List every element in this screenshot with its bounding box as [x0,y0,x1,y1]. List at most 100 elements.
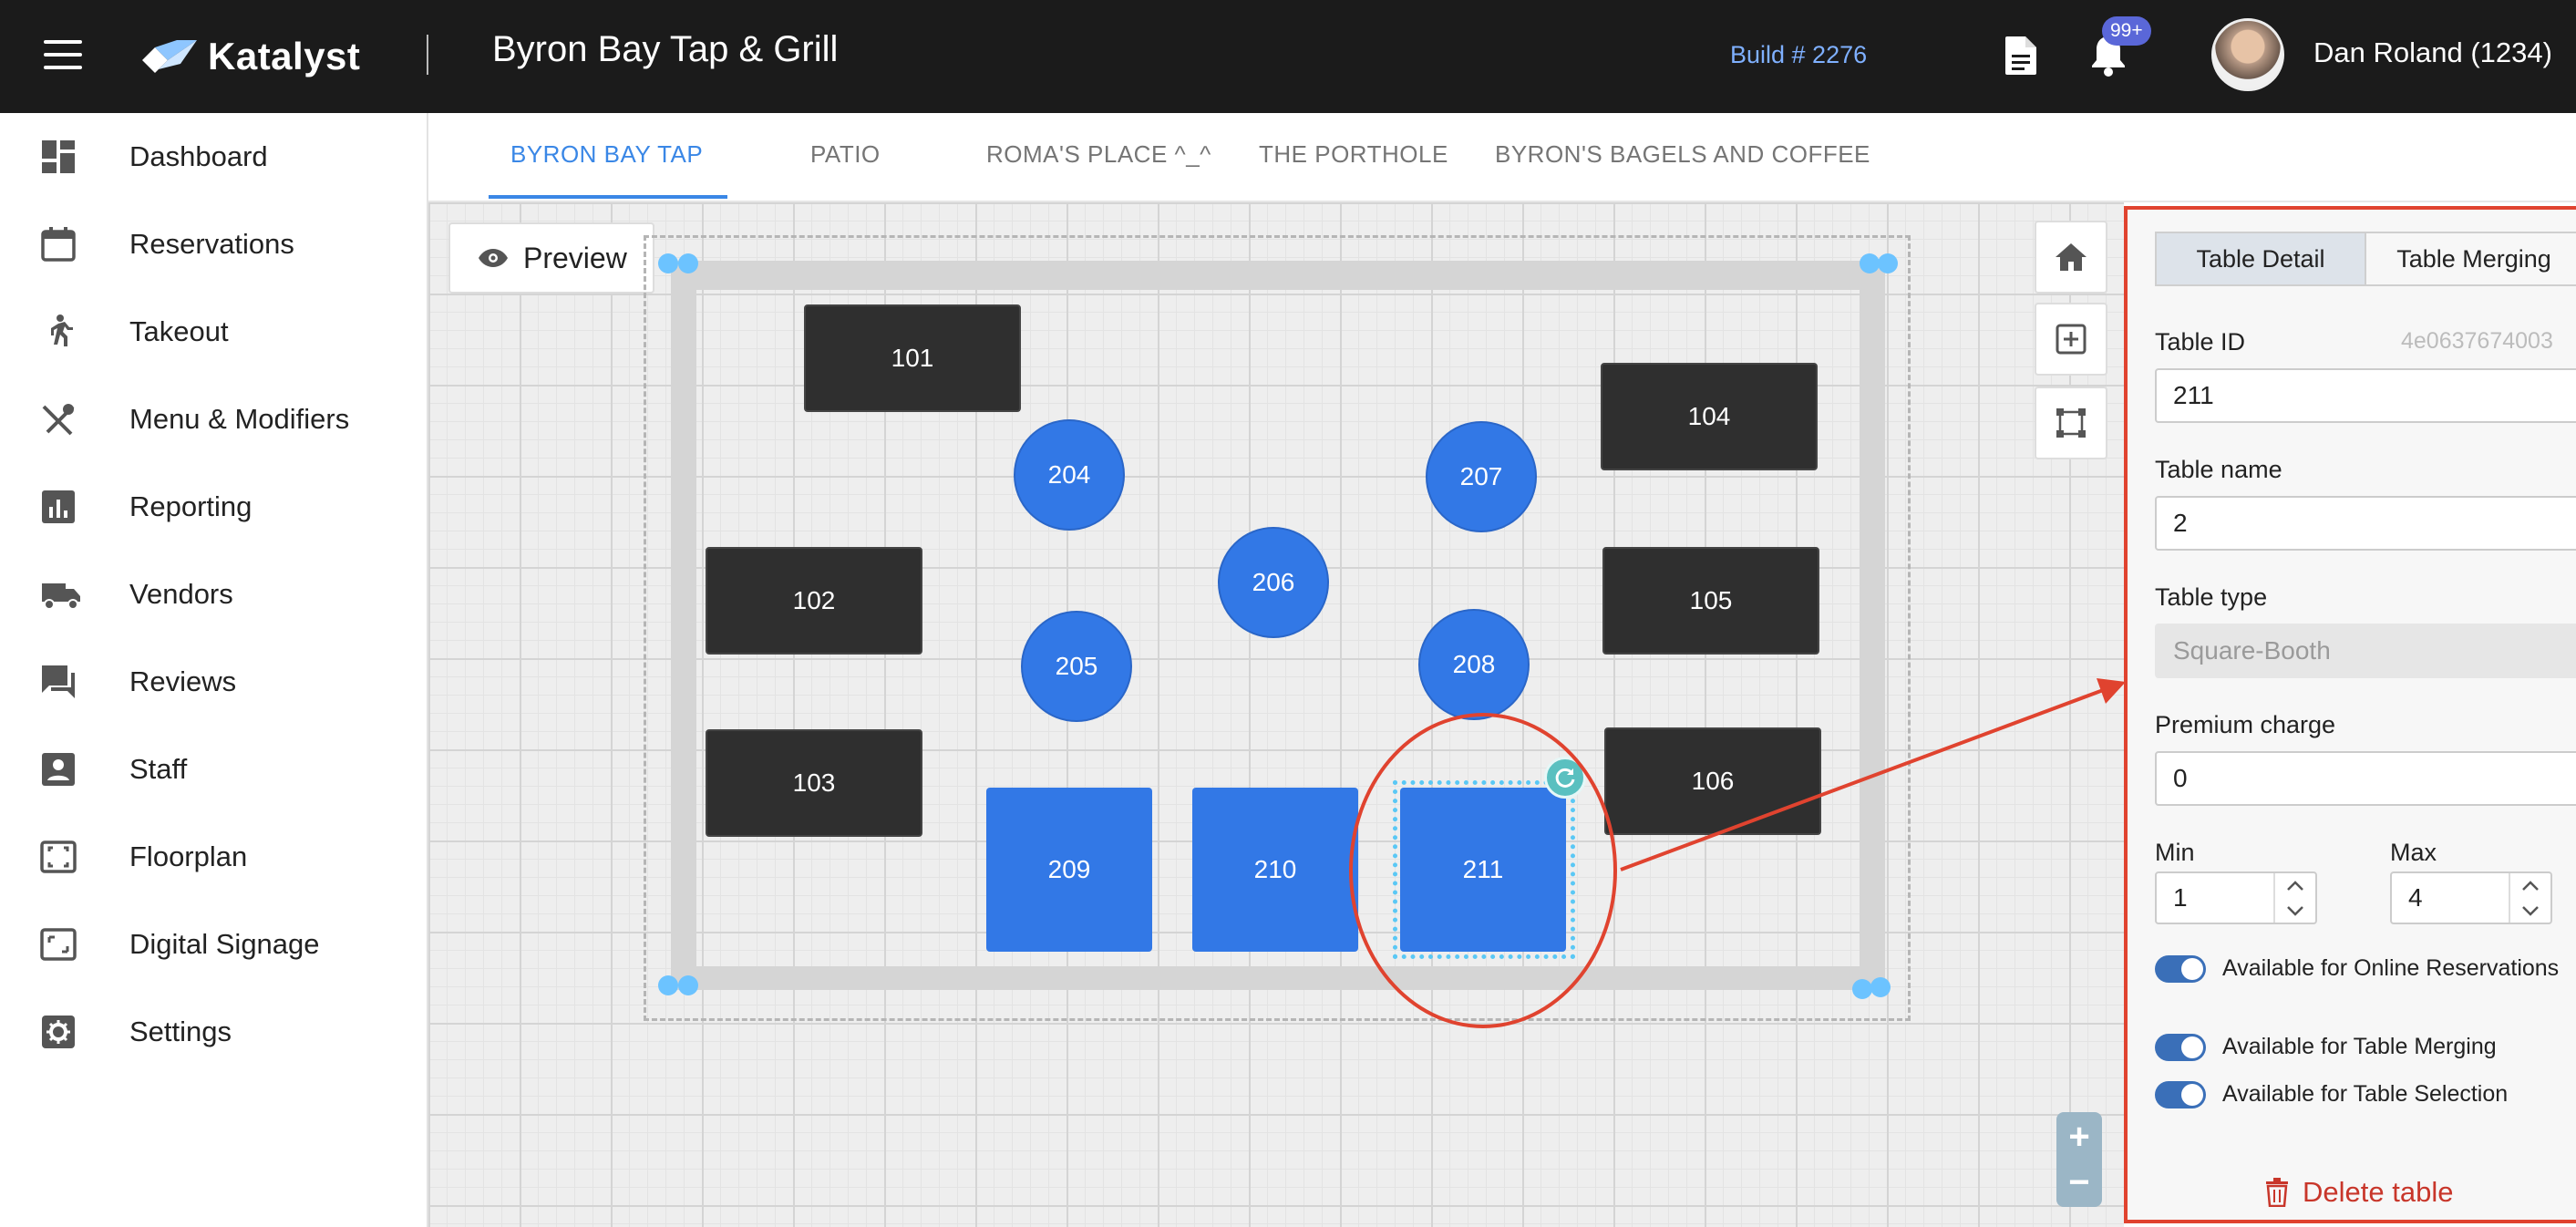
utensils-icon [42,404,75,436]
table-205[interactable]: 205 [1021,611,1132,722]
toggle-table-merging-row: Available for Table Merging [2155,1032,2574,1061]
toggle-table-merging-label: Available for Table Merging [2222,1034,2497,1059]
sidebar-item-reporting[interactable]: Reporting [0,470,428,543]
tab-patio[interactable]: PATIO [810,140,881,169]
delete-table-button[interactable]: Delete table [2264,1176,2453,1209]
person-badge-icon [42,753,75,786]
home-view-button[interactable] [2035,221,2107,294]
table-104[interactable]: 104 [1601,363,1818,470]
preview-button[interactable]: Preview [448,222,654,294]
plus-square-icon [2056,324,2087,355]
room-tabs: BYRON BAY TAP PATIO ROMA'S PLACE ^_^ THE… [428,113,2576,202]
chevron-up-icon[interactable] [2275,873,2315,898]
build-number: Build # 2276 [1730,41,1868,68]
sidebar-item-label: Reporting [129,490,252,522]
selection-frame-icon [2056,408,2086,438]
table-102[interactable]: 102 [706,547,922,655]
walking-person-icon [51,314,73,346]
table-id-input[interactable]: 211 [2155,368,2576,423]
wall-top[interactable] [673,261,1876,290]
brand-name: Katalyst [208,35,361,77]
user-avatar[interactable] [2211,18,2284,91]
wall-handle[interactable] [658,975,678,995]
table-209[interactable]: 209 [986,788,1152,952]
hamburger-menu-icon[interactable] [44,40,82,71]
table-206[interactable]: 206 [1218,527,1329,638]
toggle-table-merging[interactable] [2155,1034,2206,1061]
active-tab-indicator [489,195,727,199]
table-type-label: Table type [2155,583,2268,611]
toggle-table-selection-label: Available for Table Selection [2222,1081,2509,1107]
min-label: Min [2155,839,2195,866]
preview-label: Preview [523,241,627,274]
gear-icon [42,1016,75,1048]
sidebar-item-vendors[interactable]: Vendors [0,558,428,631]
chevron-down-icon[interactable] [2275,898,2315,923]
home-icon [2056,243,2087,271]
table-uid: 4e0637674003 [2401,328,2553,354]
restaurant-name: Byron Bay Tap & Grill [492,29,839,69]
table-208[interactable]: 208 [1418,609,1530,720]
tab-table-detail[interactable]: Table Detail [2155,232,2366,286]
table-105[interactable]: 105 [1602,547,1819,655]
wall-handle[interactable] [658,253,678,273]
wall-handle[interactable] [1878,253,1898,273]
table-name-label: Table name [2155,456,2282,483]
wall-handle[interactable] [1870,977,1891,997]
wall-handle[interactable] [678,975,698,995]
sidebar-item-takeout[interactable]: Takeout [0,295,428,368]
tab-table-merging[interactable]: Table Merging [2365,232,2576,286]
wall-handle[interactable] [1852,979,1872,999]
annotation-arrow [1620,678,2126,871]
sidebar-item-menu-modifiers[interactable]: Menu & Modifiers [0,383,428,456]
max-label: Max [2390,839,2437,866]
sidebar-item-floorplan[interactable]: Floorplan [0,820,428,893]
table-210[interactable]: 210 [1192,788,1358,952]
zoom-out-button[interactable]: − [2056,1160,2102,1205]
notification-badge: 99+ [2102,16,2151,46]
user-name[interactable]: Dan Roland (1234) [2313,36,2552,69]
wall-bottom[interactable] [673,966,1876,990]
katalyst-logo[interactable]: Katalyst [135,31,360,82]
delete-table-label: Delete table [2303,1176,2454,1208]
chevron-up-icon[interactable] [2510,873,2550,898]
wall-left[interactable] [671,261,696,990]
max-value: 4 [2408,883,2423,912]
wall-handle[interactable] [678,253,698,273]
document-icon[interactable] [2004,35,2038,81]
sidebar-item-settings[interactable]: Settings [0,995,428,1068]
truck-icon [42,583,80,610]
calendar-icon [41,227,76,262]
wall-handle[interactable] [1860,253,1880,273]
sidebar-item-reviews[interactable]: Reviews [0,645,428,718]
min-guests-input[interactable]: 1 [2155,871,2317,924]
table-101[interactable]: 101 [804,304,1021,412]
zoom-in-button[interactable]: + [2056,1114,2102,1160]
select-area-button[interactable] [2035,387,2107,459]
table-103[interactable]: 103 [706,729,922,837]
tab-byrons-bagels[interactable]: BYRON'S BAGELS AND COFFEE [1495,140,1870,169]
premium-charge-input[interactable]: 0 [2155,751,2576,806]
table-name-input[interactable]: 2 [2155,496,2576,551]
sidebar-item-label: Vendors [129,578,233,610]
max-stepper[interactable] [2509,873,2550,923]
tab-byron-bay-tap[interactable]: BYRON BAY TAP [510,140,703,169]
sidebar-item-staff[interactable]: Staff [0,733,428,806]
min-stepper[interactable] [2273,873,2315,923]
tab-the-porthole[interactable]: THE PORTHOLE [1259,140,1448,169]
sidebar-item-dashboard[interactable]: Dashboard [0,120,428,193]
sidebar-item-digital-signage[interactable]: Digital Signage [0,908,428,981]
max-guests-input[interactable]: 4 [2390,871,2552,924]
table-204[interactable]: 204 [1014,419,1125,531]
toggle-online-reservations[interactable] [2155,955,2206,983]
add-table-button[interactable] [2035,303,2107,376]
trash-icon [2266,1178,2288,1207]
table-detail-panel: Table Detail Table Merging Table ID 4e06… [2124,206,2576,1223]
chevron-down-icon[interactable] [2510,898,2550,923]
tab-romas-place[interactable]: ROMA'S PLACE ^_^ [986,140,1211,169]
sidebar-item-label: Reviews [129,665,237,697]
sidebar-item-reservations[interactable]: Reservations [0,208,428,281]
table-type-select: Square-Booth [2155,624,2576,678]
toggle-table-selection[interactable] [2155,1081,2206,1108]
table-207[interactable]: 207 [1426,421,1537,532]
